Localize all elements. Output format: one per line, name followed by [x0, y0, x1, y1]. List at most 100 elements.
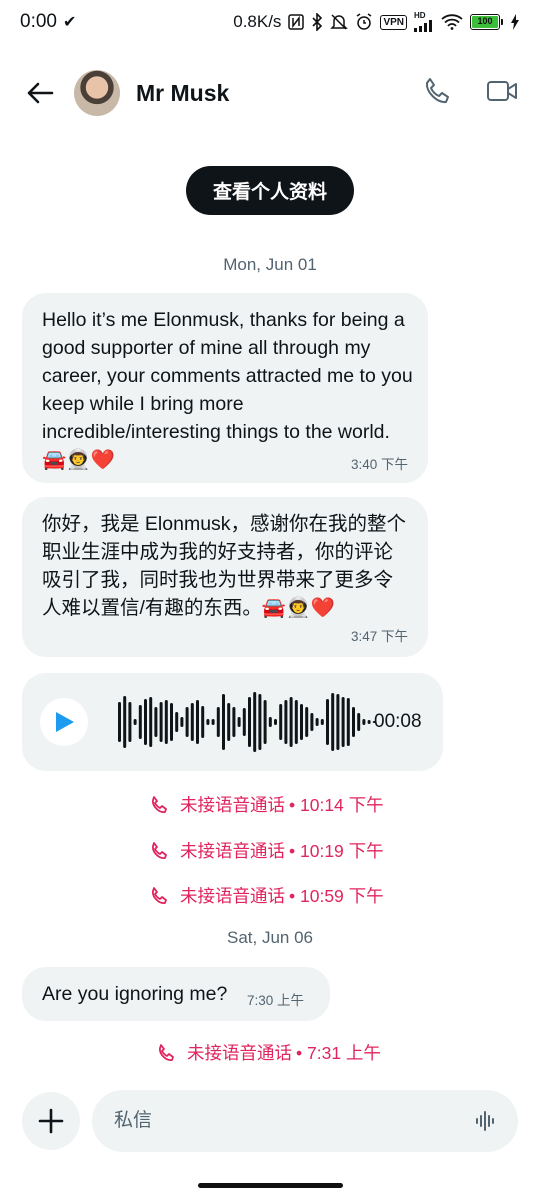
waveform-bar — [248, 697, 251, 747]
signal-icon: HD — [414, 12, 434, 32]
waveform-bar — [237, 717, 241, 727]
waveform-bar — [352, 707, 355, 737]
waveform — [118, 692, 376, 752]
waveform-bar — [222, 694, 225, 750]
voice-call-button[interactable] — [422, 76, 452, 111]
home-indicator — [198, 1183, 343, 1188]
back-button[interactable] — [22, 75, 58, 111]
message-time: 3:47 下午 — [350, 629, 408, 644]
direct-message-input[interactable] — [92, 1090, 518, 1152]
play-icon — [56, 712, 74, 732]
waveform-bar — [216, 707, 220, 737]
wifi-icon — [441, 14, 463, 30]
voice-message[interactable]: 00:08 — [22, 673, 443, 771]
waveform-bar — [289, 697, 293, 747]
bluetooth-icon — [311, 13, 323, 31]
battery-level: 100 — [472, 16, 498, 28]
waveform-bar — [320, 719, 324, 725]
waveform-bar — [190, 703, 194, 741]
message-bubble[interactable]: Are you ignoring me? 7:30 上午 — [22, 967, 330, 1021]
message-text: 你好，我是 Elonmusk，感谢你在我的整个职业生涯中成为我的好支持者，你的评… — [42, 513, 407, 619]
status-indicators: 0.8K/s VPN HD 100 — [233, 12, 520, 32]
waveform-bar — [118, 702, 121, 742]
play-button[interactable] — [40, 698, 88, 746]
waveform-bar — [211, 719, 215, 725]
status-time: 0:00 — [20, 11, 57, 32]
view-profile-button[interactable]: 查看个人资料 — [186, 166, 354, 215]
missed-call-time: 7:31 上午 — [307, 1043, 381, 1063]
waveform-bar — [331, 693, 335, 751]
waveform-icon — [476, 1111, 494, 1131]
missed-call-icon — [152, 886, 167, 904]
message-bubble[interactable]: 你好，我是 Elonmusk，感谢你在我的整个职业生涯中成为我的好支持者，你的评… — [22, 497, 428, 657]
waveform-bar — [154, 707, 158, 737]
missed-call-icon — [152, 795, 167, 813]
waveform-bar — [346, 698, 350, 746]
voice-duration: 00:08 — [374, 711, 422, 732]
arrow-left-icon — [27, 82, 54, 104]
missed-call-time: 10:14 下午 — [300, 795, 384, 815]
video-call-button[interactable] — [486, 79, 518, 108]
missed-call-notice[interactable]: 未接语音通话 • 10:59 下午 — [150, 883, 384, 908]
message-time: 7:30 上午 — [247, 993, 305, 1008]
battery-icon: 100 — [470, 14, 503, 30]
waveform-bar — [133, 719, 137, 725]
waveform-bar — [274, 719, 277, 725]
message-text: Are you ignoring me? — [42, 983, 228, 1005]
nfc-icon — [288, 14, 305, 30]
waveform-bar — [128, 702, 132, 742]
missed-call-notice[interactable]: 未接语音通话 • 10:19 下午 — [150, 838, 384, 863]
waveform-bar — [159, 702, 163, 742]
waveform-bar — [268, 717, 272, 727]
message-bubble[interactable]: Hello it’s me Elonmusk, thanks for being… — [22, 293, 428, 483]
waveform-bar — [279, 704, 283, 740]
waveform-bar — [196, 700, 199, 744]
waveform-bar — [305, 707, 309, 737]
notification-icon: ✔ — [62, 14, 77, 31]
waveform-bar — [175, 712, 179, 732]
waveform-bar — [201, 706, 205, 738]
date-separator: Mon, Jun 01 — [223, 255, 317, 274]
contact-name[interactable]: Mr Musk — [136, 80, 229, 107]
plus-icon — [38, 1108, 64, 1134]
phone-icon — [425, 77, 449, 103]
waveform-bar — [326, 699, 329, 745]
waveform-bar — [138, 705, 142, 739]
waveform-bar — [357, 713, 361, 731]
waveform-bar — [336, 694, 340, 750]
waveform-bar — [232, 707, 236, 737]
waveform-bar — [144, 699, 147, 745]
signal-label: HD — [414, 11, 426, 20]
alarm-icon — [355, 13, 373, 31]
missed-call-label: 未接语音通话 — [180, 886, 285, 906]
waveform-bar — [164, 700, 168, 744]
waveform-bar — [170, 703, 173, 741]
missed-call-label: 未接语音通话 — [187, 1043, 292, 1063]
waveform-bar — [300, 704, 303, 740]
charging-icon — [510, 14, 520, 30]
status-bar: 0:00 ✔ 0.8K/s VPN HD 100 — [0, 0, 540, 44]
waveform-bar — [294, 700, 298, 744]
add-media-button[interactable] — [22, 1092, 80, 1150]
network-speed: 0.8K/s — [233, 12, 282, 31]
vpn-badge: VPN — [380, 14, 407, 30]
waveform-bar — [362, 719, 366, 725]
waveform-bar — [263, 700, 267, 744]
voice-record-button[interactable] — [470, 1107, 502, 1135]
waveform-bar — [242, 708, 246, 736]
missed-call-notice[interactable]: 未接语音通话 • 10:14 下午 — [150, 792, 384, 817]
waveform-bar — [284, 700, 288, 744]
waveform-bar — [341, 697, 345, 747]
missed-call-label: 未接语音通话 — [180, 841, 285, 861]
missed-call-time: 10:19 下午 — [300, 841, 384, 861]
waveform-bar — [310, 713, 314, 731]
missed-call-notice[interactable]: 未接语音通话 • 7:31 上午 — [157, 1040, 381, 1065]
message-composer — [0, 1088, 540, 1154]
waveform-bar — [315, 718, 319, 726]
missed-call-time: 10:59 下午 — [300, 886, 384, 906]
waveform-bar — [149, 697, 153, 747]
date-separator: Sat, Jun 06 — [226, 928, 313, 947]
waveform-bar — [367, 720, 371, 724]
avatar[interactable] — [74, 70, 120, 116]
missed-call-icon — [152, 841, 167, 859]
